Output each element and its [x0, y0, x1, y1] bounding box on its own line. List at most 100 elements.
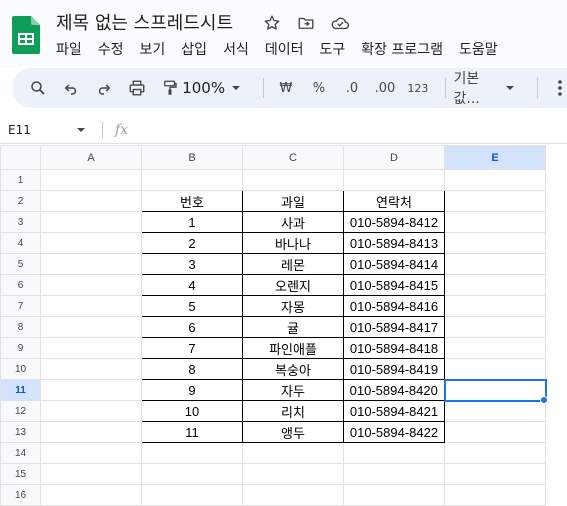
menu-edit[interactable]: 수정 [98, 39, 124, 59]
decrease-decimal-button[interactable]: .0 [338, 74, 366, 102]
print-icon[interactable] [123, 74, 151, 102]
row-header[interactable]: 10 [0, 358, 41, 380]
cell[interactable] [40, 400, 142, 422]
cell[interactable]: 7 [141, 337, 243, 359]
document-title[interactable]: 제목 없는 스프레드시트 [56, 9, 233, 35]
menu-help[interactable]: 도움말 [459, 39, 498, 59]
cell[interactable]: 010-5894-8422 [343, 421, 445, 443]
formula-input[interactable] [136, 120, 567, 140]
row-header[interactable]: 9 [0, 337, 41, 359]
row-header[interactable]: 6 [0, 274, 41, 296]
cell[interactable] [40, 463, 142, 485]
cell[interactable] [141, 484, 243, 506]
cell[interactable] [444, 421, 546, 443]
search-icon[interactable] [24, 74, 52, 102]
font-select[interactable]: 기본값... [454, 71, 492, 107]
row-header[interactable]: 14 [0, 442, 41, 464]
cell[interactable] [242, 169, 344, 191]
cell[interactable] [444, 316, 546, 338]
cell[interactable] [242, 442, 344, 464]
row-header[interactable]: 4 [0, 232, 41, 254]
cell[interactable] [40, 484, 142, 506]
cell[interactable]: 5 [141, 295, 243, 317]
row-header[interactable]: 3 [0, 211, 41, 233]
menu-format[interactable]: 서식 [223, 39, 249, 59]
cell[interactable]: 리치 [242, 400, 344, 422]
cell[interactable] [444, 211, 546, 233]
cell[interactable] [141, 169, 243, 191]
undo-icon[interactable] [57, 74, 85, 102]
currency-format-button[interactable]: ₩ [272, 74, 300, 102]
redo-icon[interactable] [90, 74, 118, 102]
cell[interactable]: 010-5894-8415 [343, 274, 445, 296]
menu-view[interactable]: 보기 [140, 39, 166, 59]
cell[interactable] [40, 337, 142, 359]
column-header-b[interactable]: B [141, 145, 243, 170]
column-header-d[interactable]: D [343, 145, 445, 170]
cell[interactable] [40, 358, 142, 380]
cell[interactable] [444, 400, 546, 422]
cloud-saved-icon[interactable] [328, 11, 352, 35]
column-header-c[interactable]: C [242, 145, 344, 170]
cell[interactable]: 4 [141, 274, 243, 296]
cell[interactable] [40, 190, 142, 212]
chevron-down-icon[interactable] [496, 74, 524, 102]
cell[interactable] [444, 169, 546, 191]
menu-tools[interactable]: 도구 [319, 39, 345, 59]
row-header[interactable]: 1 [0, 169, 41, 191]
cell[interactable] [40, 295, 142, 317]
cell[interactable]: 귤 [242, 316, 344, 338]
cell[interactable] [444, 358, 546, 380]
cell[interactable]: 복숭아 [242, 358, 344, 380]
cell[interactable]: 010-5894-8413 [343, 232, 445, 254]
cell[interactable] [444, 232, 546, 254]
cell[interactable] [40, 421, 142, 443]
cell[interactable]: 9 [141, 379, 243, 401]
menu-extensions[interactable]: 확장 프로그램 [361, 39, 443, 59]
cell[interactable] [444, 484, 546, 506]
cell[interactable]: 사과 [242, 211, 344, 233]
row-header[interactable]: 5 [0, 253, 41, 275]
more-options-icon[interactable] [546, 74, 567, 102]
cell[interactable] [40, 442, 142, 464]
zoom-select[interactable]: 100% [182, 74, 225, 102]
paint-format-icon[interactable] [156, 74, 184, 102]
row-header[interactable]: 16 [0, 484, 41, 506]
cell[interactable] [343, 442, 445, 464]
cell[interactable]: 앵두 [242, 421, 344, 443]
cell[interactable] [444, 337, 546, 359]
cell[interactable] [444, 253, 546, 275]
select-all-corner[interactable] [0, 145, 41, 170]
cell[interactable]: 8 [141, 358, 243, 380]
cell[interactable] [444, 295, 546, 317]
cell[interactable]: 010-5894-8420 [343, 379, 445, 401]
percent-format-button[interactable]: % [305, 74, 333, 102]
cell[interactable]: 2 [141, 232, 243, 254]
column-header-e[interactable]: E [444, 145, 546, 170]
cell[interactable]: 자몽 [242, 295, 344, 317]
row-header[interactable]: 7 [0, 295, 41, 317]
cell[interactable] [343, 463, 445, 485]
cell[interactable] [242, 463, 344, 485]
row-header[interactable]: 12 [0, 400, 41, 422]
cell[interactable] [40, 316, 142, 338]
cell[interactable]: 10 [141, 400, 243, 422]
increase-decimal-button[interactable]: .00 [371, 74, 399, 102]
menu-file[interactable]: 파일 [56, 39, 82, 59]
header-cell-fruit[interactable]: 과일 [242, 190, 344, 212]
header-cell-number[interactable]: 번호 [141, 190, 243, 212]
cell[interactable] [141, 463, 243, 485]
header-cell-contact[interactable]: 연락처 [343, 190, 445, 212]
name-box[interactable]: E11 [8, 123, 76, 137]
fill-handle[interactable] [540, 396, 548, 404]
star-icon[interactable] [260, 11, 284, 35]
cell[interactable]: 6 [141, 316, 243, 338]
cell[interactable]: 010-5894-8419 [343, 358, 445, 380]
cell[interactable]: 010-5894-8412 [343, 211, 445, 233]
cell[interactable]: 1 [141, 211, 243, 233]
sheets-logo-icon[interactable] [12, 16, 40, 54]
row-header[interactable]: 13 [0, 421, 41, 443]
cell[interactable] [444, 274, 546, 296]
row-header[interactable]: 8 [0, 316, 41, 338]
menu-data[interactable]: 데이터 [265, 39, 304, 59]
